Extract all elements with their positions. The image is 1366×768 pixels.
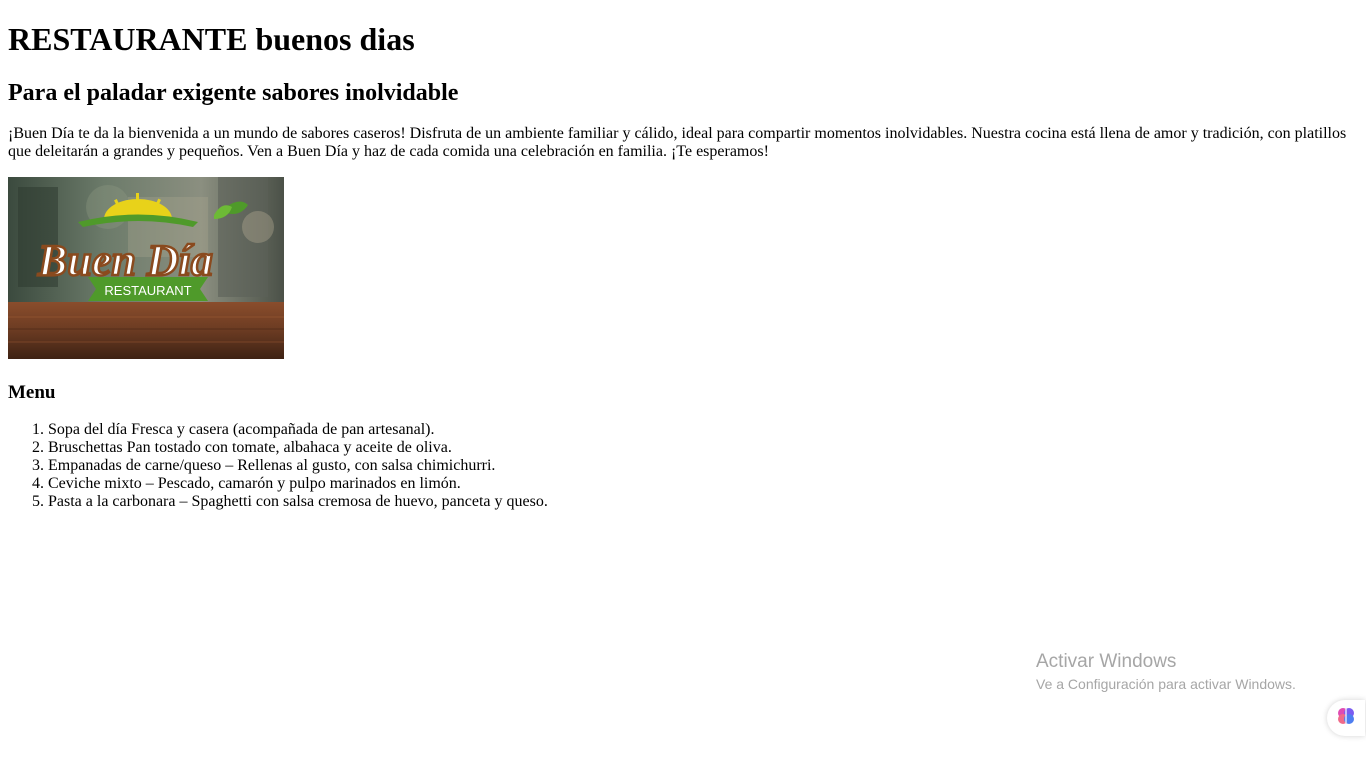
menu-list: Sopa del día Fresca y casera (acompañada…: [8, 421, 1358, 511]
page-title: RESTAURANTE buenos dias: [8, 21, 415, 57]
watermark-title: Activar Windows: [1036, 651, 1177, 672]
restaurant-logo-image: Buen Día RESTAURANT: [8, 177, 284, 359]
logo-banner-text: RESTAURANT: [104, 283, 191, 298]
browser-extension-button[interactable]: [1327, 700, 1365, 736]
page-subtitle: Para el paladar exigente sabores inolvid…: [8, 80, 459, 106]
menu-item: Ceviche mixto – Pescado, camarón y pulpo…: [48, 475, 1358, 493]
menu-heading: Menu: [8, 382, 56, 403]
brain-icon: [1336, 706, 1356, 731]
menu-item: Sopa del día Fresca y casera (acompañada…: [48, 421, 1358, 439]
menu-item: Empanadas de carne/queso – Rellenas al g…: [48, 457, 1358, 475]
menu-item: Bruschettas Pan tostado con tomate, alba…: [48, 439, 1358, 457]
menu-item: Pasta a la carbonara – Spaghetti con sal…: [48, 493, 1358, 511]
logo-artwork: Buen Día RESTAURANT: [8, 177, 284, 359]
watermark-subtitle: Ve a Configuración para activar Windows.: [1036, 676, 1296, 692]
page-content: RESTAURANTE buenos dias Para el paladar …: [8, 0, 1358, 511]
intro-paragraph: ¡Buen Día te da la bienvenida a un mundo…: [8, 125, 1347, 160]
windows-activation-watermark: Activar Windows Ve a Configuración para …: [1036, 651, 1296, 693]
